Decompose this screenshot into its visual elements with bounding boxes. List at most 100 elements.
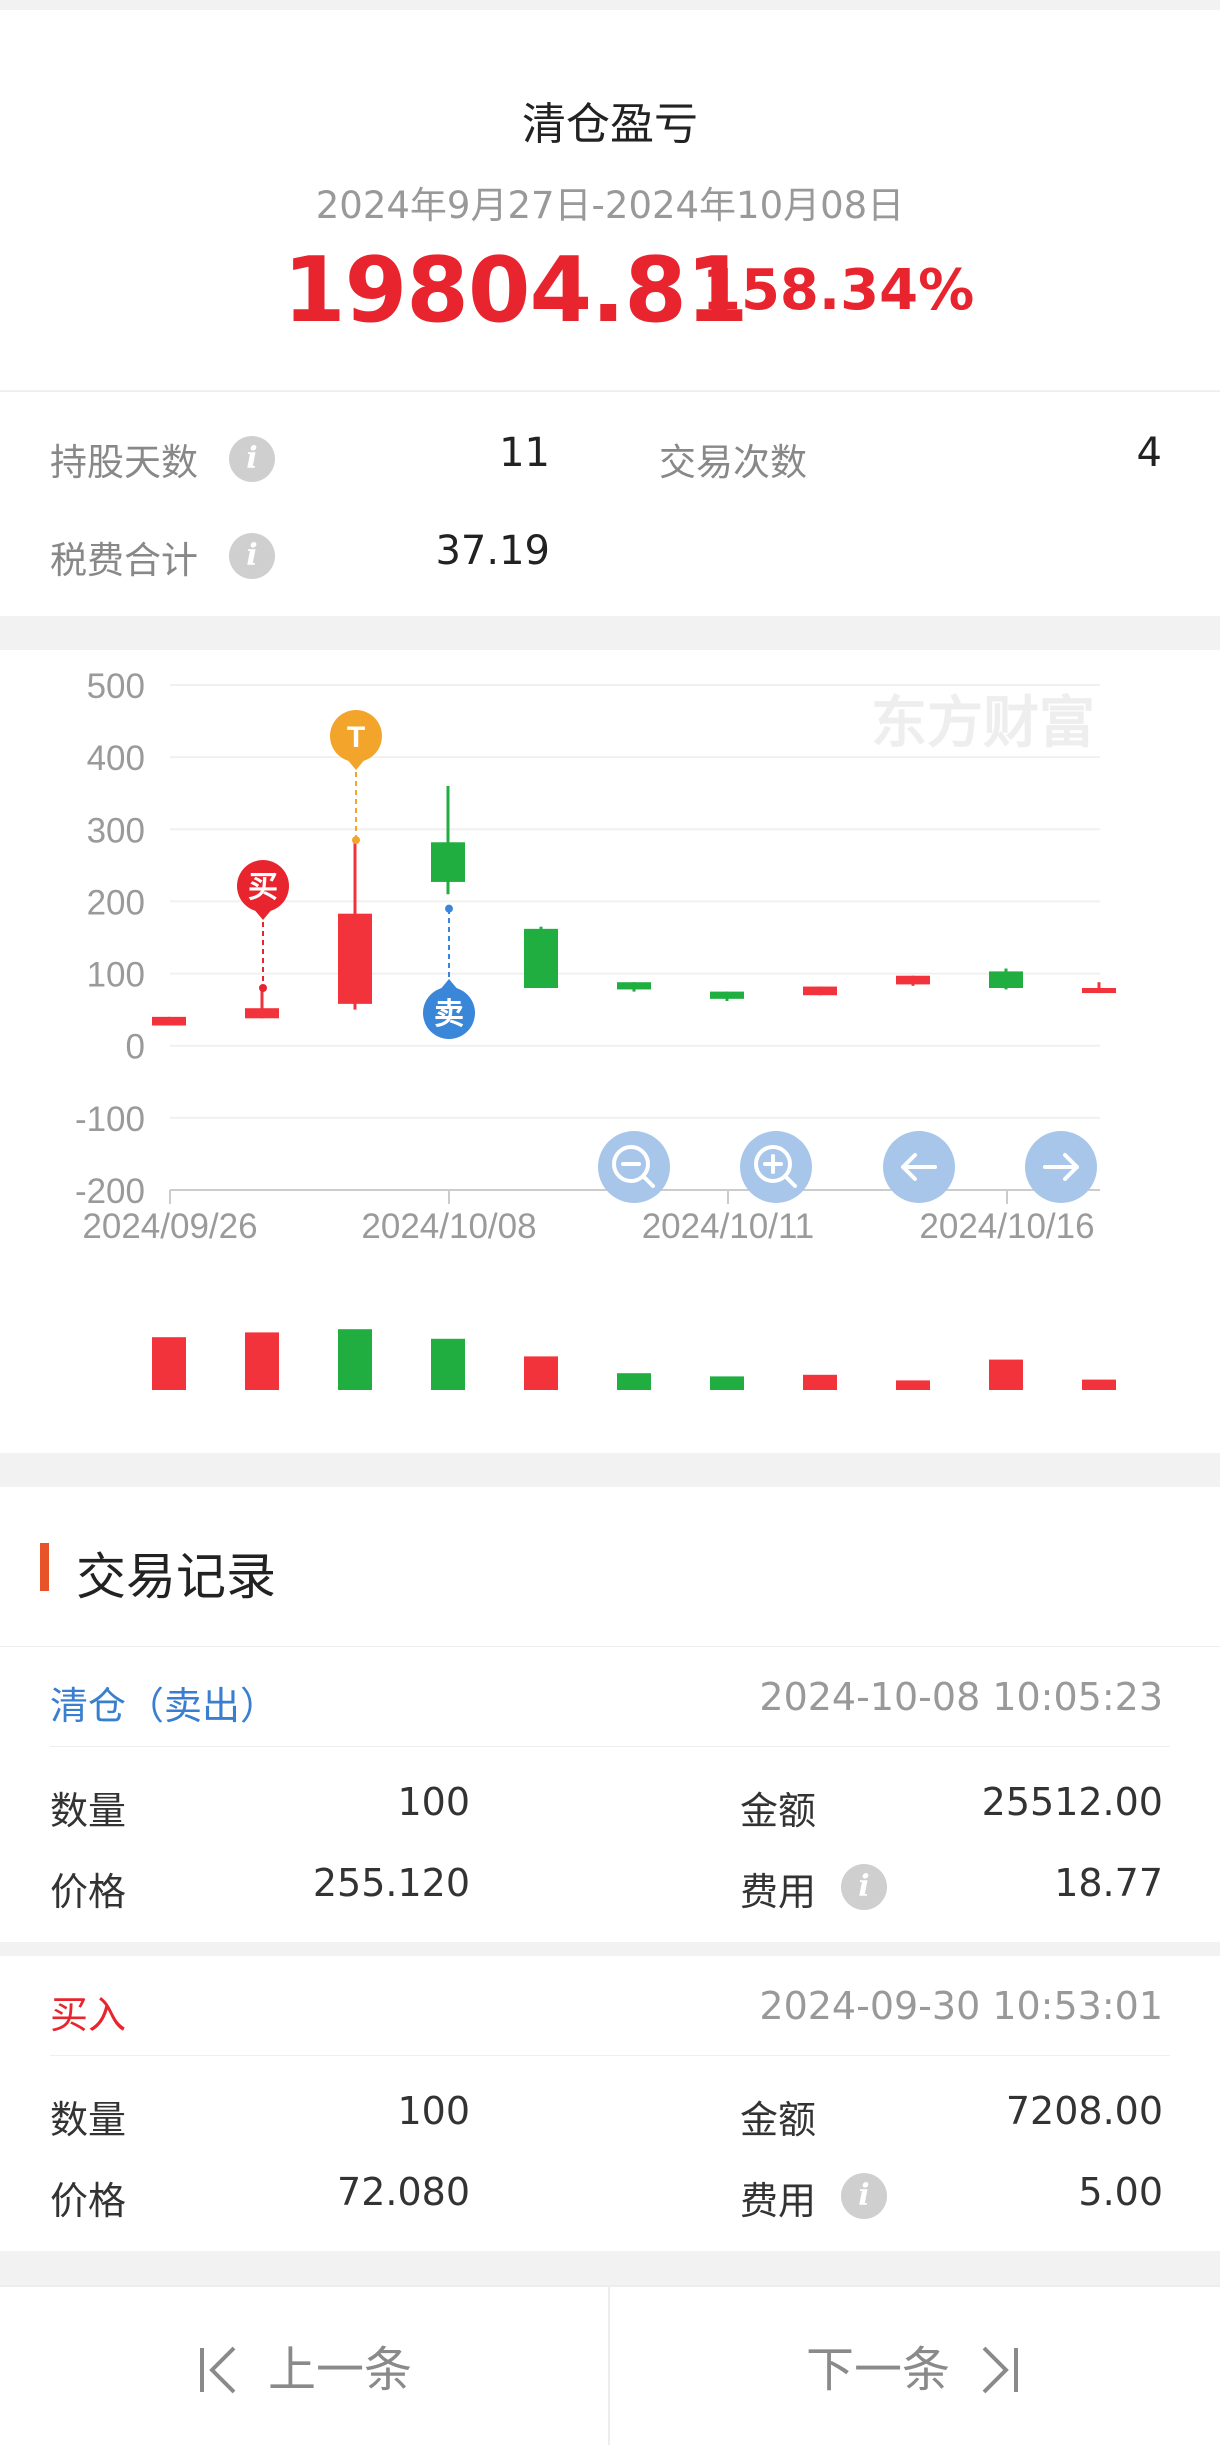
price-value: 255.120 <box>312 1861 470 1905</box>
summary-card: 清仓盈亏 2024年9月27日-2024年10月08日 19804.81 158… <box>0 10 1220 390</box>
arrow-right-icon <box>1043 1153 1079 1181</box>
price-label: 价格 <box>50 1870 127 1914</box>
prev-record-button[interactable]: 上一条 <box>0 2287 608 2445</box>
candle-body <box>989 971 1023 988</box>
candle-body <box>245 1008 279 1019</box>
y-tick-label: 500 <box>87 667 145 706</box>
volume-bar <box>431 1338 465 1390</box>
zoom-in-button[interactable] <box>740 1131 812 1203</box>
amount-value: 25512.00 <box>981 1780 1163 1824</box>
trade-time: 2024-09-30 10:53:01 <box>759 1984 1163 2028</box>
amount-label: 金额 <box>740 2098 817 2142</box>
quantity-value: 100 <box>397 1780 470 1824</box>
x-tick-label: 2024/10/11 <box>642 1207 815 1246</box>
trade-count-value: 4 <box>1136 430 1162 476</box>
date-range: 2024年9月27日-2024年10月08日 <box>315 184 905 227</box>
y-tick-label: 400 <box>87 739 145 778</box>
volume-bar <box>803 1374 837 1390</box>
fees-label: 税费合计 <box>50 539 198 582</box>
pan-right-button[interactable] <box>1025 1131 1097 1203</box>
prev-label: 上一条 <box>267 2342 412 2398</box>
x-tick-label: 2024/10/08 <box>361 1207 536 1246</box>
bottom-nav: 上一条 下一条 <box>0 2285 1220 2445</box>
section-title: 交易记录 <box>76 1548 276 1606</box>
amount-value: 7208.00 <box>1005 2089 1163 2133</box>
watermark-logo: 东方财富 <box>871 691 1095 754</box>
x-tick-label: 2024/09/26 <box>82 1207 257 1246</box>
divider <box>50 2055 1170 2056</box>
y-tick-label: 200 <box>87 883 145 922</box>
candle-body <box>338 913 372 1004</box>
fee-label: 费用 <box>740 1870 817 1914</box>
info-icon[interactable]: i <box>229 436 275 482</box>
volume-bar <box>896 1380 930 1390</box>
y-tick-label: 100 <box>87 956 145 995</box>
candle-body <box>896 975 930 985</box>
sell-marker-label: 卖 <box>434 998 464 1031</box>
last-arrow-icon <box>982 2346 1018 2394</box>
page-title: 清仓盈亏 <box>522 99 698 150</box>
profit-percent: 158.34% <box>702 258 975 323</box>
volume-bar <box>338 1329 372 1390</box>
volume-bar <box>152 1337 186 1390</box>
holding-days-label: 持股天数 <box>50 441 198 484</box>
candle-body <box>710 991 744 999</box>
t-marker-label: T <box>347 721 365 754</box>
trade-count-label: 交易次数 <box>659 441 807 484</box>
candle-body <box>803 986 837 996</box>
volume-bar <box>617 1373 651 1390</box>
candle-body <box>524 928 558 988</box>
volume-bar <box>710 1376 744 1390</box>
candle-body <box>152 1016 186 1026</box>
fee-label: 费用 <box>740 2179 817 2223</box>
kline-chart-canvas: 东方财富 500 400 300 200 100 0 -100 -2002024/09/26 2… <box>75 667 1116 1390</box>
zoom-out-button[interactable] <box>598 1131 670 1203</box>
y-tick-label: -100 <box>75 1100 145 1139</box>
candle-body <box>431 842 465 882</box>
holding-days-value: 11 <box>499 430 550 476</box>
x-tick-label: 2024/10/16 <box>919 1207 1094 1246</box>
candle-body <box>1082 988 1116 994</box>
quantity-value: 100 <box>397 2089 470 2133</box>
first-arrow-icon <box>199 2346 236 2394</box>
info-icon[interactable]: i <box>229 533 275 579</box>
marker-dot <box>352 836 360 845</box>
fees-value: 37.19 <box>435 528 550 574</box>
zoom-in-icon <box>754 1145 797 1188</box>
trade-time: 2024-10-08 10:05:23 <box>759 1675 1163 1719</box>
stats-panel: 持股天数 i 11 交易次数 4 税费合计 i 37.19 <box>0 391 1220 616</box>
marker-dot <box>259 984 267 992</box>
arrow-left-icon <box>901 1153 937 1181</box>
zoom-out-icon <box>612 1145 655 1188</box>
next-label: 下一条 <box>805 2342 950 2398</box>
volume-bar <box>245 1332 279 1390</box>
y-tick-label: -200 <box>75 1172 145 1211</box>
y-tick-label: 300 <box>87 811 145 850</box>
marker-dot <box>445 904 453 913</box>
buy-marker-label: 买 <box>248 871 278 904</box>
next-record-button[interactable]: 下一条 <box>610 2287 1218 2445</box>
trade-record-item[interactable]: 清仓（卖出） 2024-10-08 10:05:23 数量 100 金额 255… <box>0 1647 1220 1942</box>
volume-bar <box>989 1359 1023 1390</box>
amount-label: 金额 <box>740 1789 817 1833</box>
quantity-label: 数量 <box>50 1789 127 1833</box>
info-icon[interactable]: i <box>841 2173 887 2219</box>
profit-amount: 19804.81 <box>283 238 749 343</box>
section-accent-bar <box>40 1543 49 1591</box>
volume-bar <box>524 1356 558 1390</box>
candle-body <box>617 982 651 990</box>
price-label: 价格 <box>50 2179 127 2223</box>
volume-bar <box>1082 1379 1116 1390</box>
fee-value: 5.00 <box>1078 2170 1163 2214</box>
kline-chart[interactable]: 东方财富 500 400 300 200 100 0 -100 -200 2024/09/26 2… <box>0 650 1220 1453</box>
quantity-label: 数量 <box>50 2098 127 2142</box>
trade-type: 清仓（卖出） <box>50 1684 279 1728</box>
info-icon[interactable]: i <box>841 1864 887 1910</box>
fee-value: 18.77 <box>1054 1861 1163 1905</box>
trade-record-item[interactable]: 买入 2024-09-30 10:53:01 数量 100 金额 7208.00… <box>0 1956 1220 2251</box>
trade-type: 买入 <box>50 1993 127 2037</box>
trade-records-header: 交易记录 <box>0 1487 1220 1647</box>
price-value: 72.080 <box>337 2170 470 2214</box>
pan-left-button[interactable] <box>883 1131 955 1203</box>
divider <box>50 1746 1170 1747</box>
